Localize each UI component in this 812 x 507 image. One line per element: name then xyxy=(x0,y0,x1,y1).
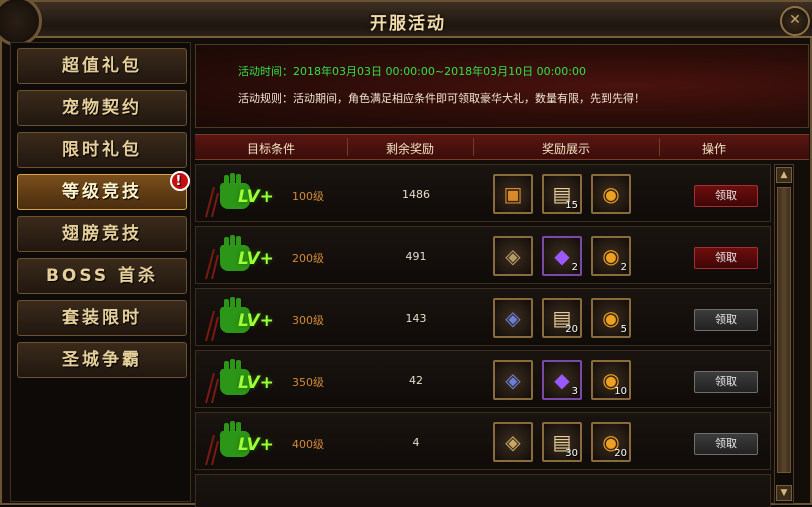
alert-badge-icon: ! xyxy=(170,171,190,191)
sidebar-item-label: BOSS 首杀 xyxy=(45,266,159,286)
table-row: LV+ 200级 491 ◈ ◆ 2 ◉ 2 领取 xyxy=(195,226,771,284)
level-requirement: 200级 xyxy=(292,252,324,265)
sidebar: 超值礼包 宠物契约 限时礼包 等级竞技 ! 翅膀竞技 BOSS 首杀 套装限时 … xyxy=(10,42,191,502)
sidebar-item-label: 翅膀竞技 xyxy=(62,224,142,244)
chest-icon: ▣ xyxy=(503,182,523,206)
header-remaining: 剩余奖励 xyxy=(385,142,434,156)
gold-coin-icon: ◉ xyxy=(602,306,620,330)
claim-button[interactable]: 领取 xyxy=(694,247,758,269)
reward-count: 10 xyxy=(614,386,627,397)
reward-count: 5 xyxy=(620,324,627,335)
reward-count: 30 xyxy=(565,448,578,459)
reward-slot[interactable]: ▣ xyxy=(493,174,533,214)
close-button[interactable]: ✕ xyxy=(780,6,810,36)
reward-table-header: 目标条件 剩余奖励 奖励展示 操作 xyxy=(195,134,809,160)
lv-badge: LV+ xyxy=(238,187,274,207)
activity-time-label: 活动时间： xyxy=(238,65,293,78)
reward-slot[interactable]: ▤ 30 xyxy=(542,422,582,462)
sidebar-item-boss-first-kill[interactable]: BOSS 首杀 xyxy=(17,258,187,294)
table-row: LV+ 100级 1486 ▣ ▤ 15 ◉ 领取 xyxy=(195,164,771,222)
reward-count: 3 xyxy=(571,386,578,397)
boots-icon: ◈ xyxy=(505,244,521,268)
reward-slot[interactable]: ◉ 10 xyxy=(591,360,631,400)
remaining-count: 143 xyxy=(405,312,427,325)
reward-count: 20 xyxy=(565,324,578,335)
claim-button[interactable]: 领取 xyxy=(694,433,758,455)
lv-badge: LV+ xyxy=(238,249,274,269)
title-bar: 开服活动 ✕ xyxy=(0,0,812,46)
header-action: 操作 xyxy=(701,142,726,156)
level-requirement: 100级 xyxy=(292,190,324,203)
activity-window: 开服活动 ✕ 超值礼包 宠物契约 限时礼包 等级竞技 ! 翅膀竞技 BOSS 首… xyxy=(0,0,812,507)
window-title: 开服活动 xyxy=(370,14,446,34)
sidebar-item-label: 宠物契约 xyxy=(62,98,142,118)
reward-slot[interactable]: ◉ 2 xyxy=(591,236,631,276)
gold-coin-icon: ◉ xyxy=(602,182,620,206)
reward-count: 15 xyxy=(565,200,578,211)
reward-count: 2 xyxy=(620,262,627,273)
sidebar-item-level-race[interactable]: 等级竞技 ! xyxy=(17,171,190,210)
reward-slot[interactable]: ◈ xyxy=(493,422,533,462)
remaining-count: 1486 xyxy=(402,188,430,201)
lv-badge: LV+ xyxy=(238,373,274,393)
table-row: LV+ 300级 143 ◈ ▤ 20 ◉ 5 领取 xyxy=(195,288,771,346)
sidebar-item-label: 套装限时 xyxy=(62,308,142,328)
reward-slot[interactable]: ◉ xyxy=(591,174,631,214)
header-target: 目标条件 xyxy=(246,142,295,156)
claim-button[interactable]: 领取 xyxy=(694,309,758,331)
sidebar-item-label: 超值礼包 xyxy=(62,56,142,76)
level-requirement: 350级 xyxy=(292,376,324,389)
lv-badge: LV+ xyxy=(238,311,274,331)
reward-slot[interactable]: ◈ xyxy=(493,236,533,276)
activity-info-banner: 活动时间：2018年03月03日 00:00:00~2018年03月10日 00… xyxy=(195,44,809,128)
remaining-count: 42 xyxy=(409,374,423,387)
gold-coin-icon: ◉ xyxy=(602,244,620,268)
scroll-thumb[interactable] xyxy=(777,187,791,473)
sidebar-item-set-limited[interactable]: 套装限时 xyxy=(17,300,187,336)
lv-badge: LV+ xyxy=(238,435,274,455)
purple-crystal-icon: ◆ xyxy=(554,368,570,392)
table-row: LV+ 350级 42 ◈ ◆ 3 ◉ 10 领取 xyxy=(195,350,771,408)
reward-slot[interactable]: ◆ 2 xyxy=(542,236,582,276)
sidebar-item-holy-city[interactable]: 圣城争霸 xyxy=(17,342,187,378)
sidebar-item-value-pack[interactable]: 超值礼包 xyxy=(17,48,187,84)
reward-slot[interactable]: ◆ 3 xyxy=(542,360,582,400)
sidebar-item-label: 圣城争霸 xyxy=(62,350,142,370)
table-row: LV+ 400级 4 ◈ ▤ 30 ◉ 20 领取 xyxy=(195,412,771,470)
claim-button[interactable]: 领取 xyxy=(694,371,758,393)
header-rewards: 奖励展示 xyxy=(541,142,590,156)
reward-count: 20 xyxy=(614,448,627,459)
activity-time: 活动时间：2018年03月03日 00:00:00~2018年03月10日 00… xyxy=(238,63,586,79)
sidebar-item-limited-pack[interactable]: 限时礼包 xyxy=(17,132,187,168)
activity-rules: 活动规则：活动期间，角色满足相应条件即可领取豪华大礼，数量有限，先到先得！ xyxy=(238,92,645,105)
remaining-count: 4 xyxy=(412,436,420,449)
purple-crystal-icon: ◆ xyxy=(554,244,570,268)
activity-time-value: 2018年03月03日 00:00:00~2018年03月10日 00:00:0… xyxy=(293,65,586,78)
sidebar-item-wing-race[interactable]: 翅膀竞技 xyxy=(17,216,187,252)
scroll-up-arrow-icon[interactable]: ▲ xyxy=(776,167,792,183)
reward-slot[interactable]: ▤ 15 xyxy=(542,174,582,214)
reward-list[interactable]: LV+ 100级 1486 ▣ ▤ 15 ◉ 领取 LV+ 200级 491 ◈ ◆ 2 ◉ 2 领取 LV+ 30… xyxy=(195,164,771,507)
level-requirement: 400级 xyxy=(292,438,324,451)
remaining-count: 491 xyxy=(405,250,427,263)
scrollbar[interactable]: ▲ ▼ xyxy=(774,164,794,504)
scroll-down-arrow-icon[interactable]: ▼ xyxy=(776,485,792,501)
reward-slot[interactable]: ◈ xyxy=(493,298,533,338)
sidebar-item-pet-contract[interactable]: 宠物契约 xyxy=(17,90,187,126)
armor-icon: ◈ xyxy=(505,306,521,330)
reward-slot[interactable]: ▤ 20 xyxy=(542,298,582,338)
armor-icon: ◈ xyxy=(505,368,521,392)
reward-count: 2 xyxy=(571,262,578,273)
reward-slot[interactable]: ◈ xyxy=(493,360,533,400)
level-requirement: 300级 xyxy=(292,314,324,327)
sidebar-item-label: 限时礼包 xyxy=(62,140,142,160)
helmet-icon: ◈ xyxy=(505,430,521,454)
sidebar-item-label: 等级竞技 xyxy=(62,182,142,202)
claim-button[interactable]: 领取 xyxy=(694,185,758,207)
table-row xyxy=(195,474,771,507)
reward-slot[interactable]: ◉ 5 xyxy=(591,298,631,338)
reward-slot[interactable]: ◉ 20 xyxy=(591,422,631,462)
